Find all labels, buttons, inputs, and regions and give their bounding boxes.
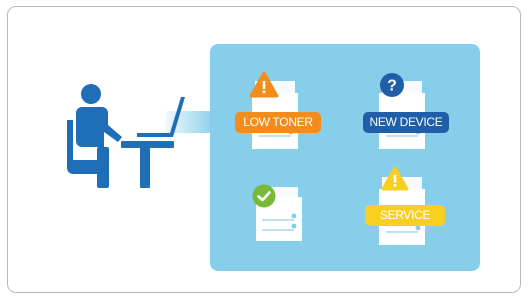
new-device-badge: NEW DEVICE [363,112,449,133]
question-icon: ? [380,73,404,97]
question-glyph: ? [387,78,397,95]
person-at-laptop-icon [67,84,185,188]
warning-icon [249,71,279,98]
checkmark-icon [252,184,276,208]
service-badge: SERVICE [365,205,445,226]
low-toner-badge: LOW TONER [235,112,321,133]
caution-icon [381,166,409,191]
